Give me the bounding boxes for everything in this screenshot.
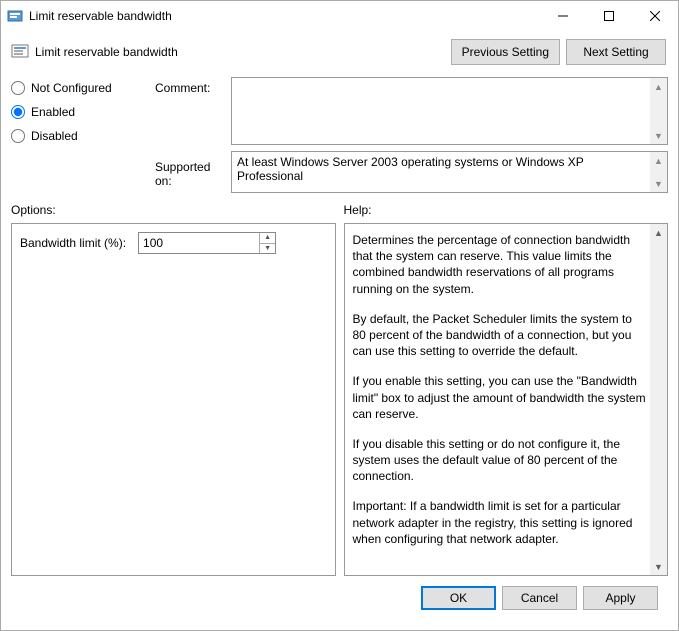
scroll-down-icon[interactable]: ▼ [650, 558, 667, 575]
options-label: Options: [11, 203, 336, 217]
supported-label: Supported on: [155, 156, 227, 188]
radio-not-configured-input[interactable] [11, 81, 25, 95]
titlebar: Limit reservable bandwidth [1, 1, 678, 31]
help-text: Determines the percentage of connection … [353, 232, 648, 547]
scroll-down-icon[interactable]: ▼ [650, 127, 667, 144]
radio-enabled-label: Enabled [31, 105, 75, 119]
scroll-up-icon[interactable]: ▲ [650, 152, 667, 169]
close-button[interactable] [632, 1, 678, 31]
scroll-down-icon[interactable]: ▼ [650, 175, 667, 192]
bandwidth-limit-label: Bandwidth limit (%): [20, 236, 126, 250]
ok-button[interactable]: OK [421, 586, 496, 610]
minimize-button[interactable] [540, 1, 586, 31]
radio-enabled-input[interactable] [11, 105, 25, 119]
cancel-button[interactable]: Cancel [502, 586, 577, 610]
apply-button[interactable]: Apply [583, 586, 658, 610]
window-title: Limit reservable bandwidth [29, 9, 540, 23]
help-paragraph: If you enable this setting, you can use … [353, 373, 648, 422]
radio-not-configured-label: Not Configured [31, 81, 112, 95]
options-pane: Bandwidth limit (%): ▲ ▼ [11, 223, 336, 576]
supported-on-value: At least Windows Server 2003 operating s… [237, 155, 584, 183]
help-pane: Determines the percentage of connection … [344, 223, 669, 576]
scroll-track[interactable] [650, 241, 667, 558]
help-paragraph: By default, the Packet Scheduler limits … [353, 311, 648, 360]
help-paragraph: Determines the percentage of connection … [353, 232, 648, 297]
radio-not-configured[interactable]: Not Configured [11, 81, 151, 95]
comment-label: Comment: [155, 77, 227, 95]
policy-list-icon [11, 43, 29, 61]
scroll-up-icon[interactable]: ▲ [650, 78, 667, 95]
supported-on-box: At least Windows Server 2003 operating s… [231, 151, 668, 193]
bandwidth-limit-spinner[interactable]: ▲ ▼ [138, 232, 276, 254]
spinner-down-icon[interactable]: ▼ [260, 244, 275, 254]
policy-icon [7, 8, 23, 24]
bandwidth-limit-input[interactable] [139, 233, 259, 253]
comment-scrollbar[interactable]: ▲ ▼ [650, 78, 667, 144]
radio-disabled-input[interactable] [11, 129, 25, 143]
policy-title: Limit reservable bandwidth [35, 45, 451, 59]
radio-enabled[interactable]: Enabled [11, 105, 151, 119]
policy-editor-window: Limit reservable bandwidth Limit reserva… [0, 0, 679, 631]
maximize-button[interactable] [586, 1, 632, 31]
comment-input[interactable]: ▲ ▼ [231, 77, 668, 145]
help-scrollbar[interactable]: ▲ ▼ [650, 224, 667, 575]
help-label: Help: [344, 203, 669, 217]
radio-disabled[interactable]: Disabled [11, 129, 151, 143]
supported-scrollbar[interactable]: ▲ ▼ [650, 152, 667, 192]
help-paragraph: Important: If a bandwidth limit is set f… [353, 498, 648, 547]
next-setting-button[interactable]: Next Setting [566, 39, 666, 65]
spinner-up-icon[interactable]: ▲ [260, 233, 275, 244]
scroll-up-icon[interactable]: ▲ [650, 224, 667, 241]
previous-setting-button[interactable]: Previous Setting [451, 39, 560, 65]
help-paragraph: If you disable this setting or do not co… [353, 436, 648, 485]
radio-disabled-label: Disabled [31, 129, 78, 143]
